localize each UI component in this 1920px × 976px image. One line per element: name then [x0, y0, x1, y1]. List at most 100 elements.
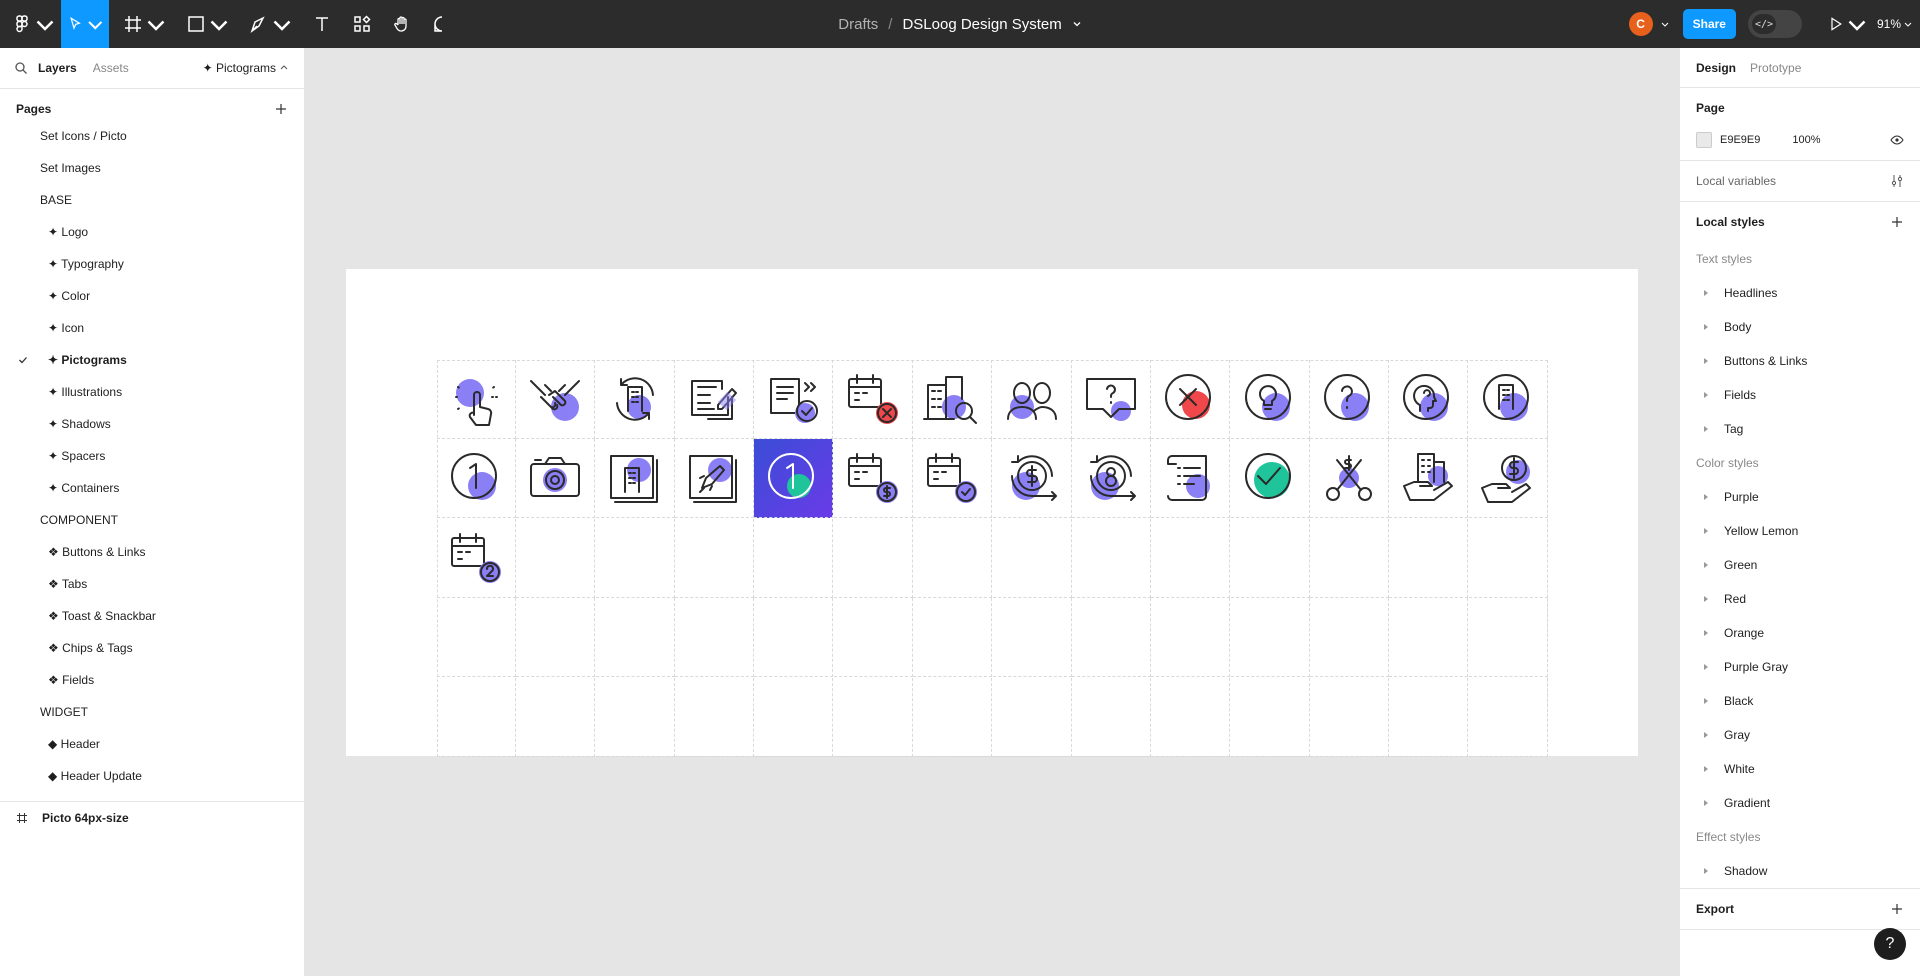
search-icon[interactable] — [14, 61, 28, 75]
disclosure-arrow-icon[interactable] — [1704, 766, 1708, 772]
style-item[interactable]: Shadow — [1696, 854, 1904, 888]
style-item[interactable]: Orange — [1696, 616, 1904, 650]
chevron-down-icon — [1661, 22, 1668, 27]
tab-prototype[interactable]: Prototype — [1750, 61, 1801, 75]
style-item[interactable]: White — [1696, 752, 1904, 786]
frame-tool-button[interactable] — [117, 0, 172, 48]
page-item[interactable]: ❖ Chips & Tags — [0, 632, 304, 664]
disclosure-arrow-icon[interactable] — [1704, 562, 1708, 568]
text-tool-button[interactable] — [306, 0, 338, 48]
page-item[interactable]: ❖ Buttons & Links — [0, 536, 304, 568]
disclosure-arrow-icon[interactable] — [1704, 698, 1708, 704]
page-color-value[interactable]: E9E9E9 — [1720, 134, 1760, 146]
breadcrumb-drafts[interactable]: Drafts — [838, 16, 878, 33]
disclosure-arrow-icon[interactable] — [1704, 358, 1708, 364]
disclosure-arrow-icon[interactable] — [1704, 528, 1708, 534]
style-item[interactable]: Buttons & Links — [1696, 344, 1904, 378]
present-button[interactable] — [1822, 0, 1873, 48]
page-item[interactable]: ✦ Shadows — [0, 408, 304, 440]
page-item[interactable]: WIDGET — [0, 696, 304, 728]
style-item[interactable]: Tag — [1696, 412, 1904, 446]
page-item[interactable]: ✦ Typography — [0, 248, 304, 280]
style-item[interactable]: Purple Gray — [1696, 650, 1904, 684]
style-item[interactable]: Headlines — [1696, 276, 1904, 310]
layer-frame-label: Picto 64px-size — [42, 811, 129, 825]
page-color-row[interactable]: E9E9E9 100% — [1696, 128, 1904, 160]
page-item[interactable]: COMPONENT — [0, 504, 304, 536]
disclosure-arrow-icon[interactable] — [1704, 596, 1708, 602]
page-item[interactable]: ❖ Fields — [0, 664, 304, 696]
rectangle-icon — [188, 16, 204, 32]
disclosure-arrow-icon[interactable] — [1704, 664, 1708, 670]
page-opacity-value[interactable]: 100% — [1792, 134, 1820, 146]
tab-assets[interactable]: Assets — [93, 61, 129, 75]
move-tool-button[interactable] — [61, 0, 109, 48]
page-item[interactable]: ❖ Tabs — [0, 568, 304, 600]
page-item[interactable]: ◆ Header — [0, 728, 304, 760]
page-item[interactable]: ✦ Spacers — [0, 440, 304, 472]
resources-button[interactable] — [346, 0, 378, 48]
add-page-icon[interactable] — [274, 102, 288, 116]
eye-icon[interactable] — [1890, 133, 1904, 147]
style-item[interactable]: Gray — [1696, 718, 1904, 752]
style-item-label: Purple — [1724, 490, 1759, 504]
layer-frame-row[interactable]: Picto 64px-size — [0, 802, 305, 834]
zoom-menu[interactable]: 91% — [1877, 17, 1912, 31]
disclosure-arrow-icon[interactable] — [1704, 392, 1708, 398]
add-export-icon[interactable] — [1890, 902, 1904, 916]
style-item[interactable]: Fields — [1696, 378, 1904, 412]
style-item[interactable]: Gradient — [1696, 786, 1904, 820]
play-icon — [1831, 17, 1842, 31]
comment-tool-button[interactable] — [426, 0, 458, 48]
disclosure-arrow-icon[interactable] — [1704, 630, 1708, 636]
page-item[interactable]: ◆ Header Update — [0, 760, 304, 792]
page-item[interactable]: Set Icons / Picto — [0, 120, 304, 152]
page-item[interactable]: ✦ Logo — [0, 216, 304, 248]
breadcrumb-separator: / — [888, 15, 893, 33]
export-header[interactable]: Export — [1696, 889, 1904, 929]
page-item[interactable]: BASE — [0, 184, 304, 216]
local-variables-row[interactable]: Local variables — [1696, 161, 1904, 201]
user-avatar-menu[interactable]: C — [1628, 12, 1669, 36]
sliders-icon[interactable] — [1890, 174, 1904, 188]
page-item[interactable]: ✦ Color — [0, 280, 304, 312]
left-sidebar: Layers Assets ✦ Pictograms Pages Set Ico… — [0, 48, 305, 976]
disclosure-arrow-icon[interactable] — [1704, 800, 1708, 806]
style-item[interactable]: Red — [1696, 582, 1904, 616]
page-color-swatch[interactable] — [1696, 132, 1712, 148]
style-item[interactable]: Body — [1696, 310, 1904, 344]
disclosure-arrow-icon[interactable] — [1704, 324, 1708, 330]
disclosure-arrow-icon[interactable] — [1704, 494, 1708, 500]
help-button[interactable]: ? — [1874, 928, 1906, 960]
disclosure-arrow-icon[interactable] — [1704, 290, 1708, 296]
share-button[interactable]: Share — [1682, 9, 1736, 39]
style-item[interactable]: Green — [1696, 548, 1904, 582]
disclosure-arrow-icon[interactable] — [1704, 732, 1708, 738]
style-item[interactable]: Purple — [1696, 480, 1904, 514]
file-name-menu[interactable]: DSLoog Design System — [902, 16, 1081, 33]
page-item[interactable]: ✦ Containers — [0, 472, 304, 504]
add-style-icon[interactable] — [1890, 215, 1904, 229]
chevron-down-icon — [1904, 22, 1912, 27]
current-page-selector[interactable]: ✦ Pictograms — [203, 61, 288, 75]
style-item[interactable]: Yellow Lemon — [1696, 514, 1904, 548]
pen-tool-button[interactable] — [243, 0, 298, 48]
disclosure-arrow-icon[interactable] — [1704, 426, 1708, 432]
disclosure-arrow-icon[interactable] — [1704, 868, 1708, 874]
page-item[interactable]: ✦ Illustrations — [0, 376, 304, 408]
page-item[interactable]: ✦ Icon — [0, 312, 304, 344]
page-item-label: ✦ Containers — [48, 481, 120, 495]
page-item[interactable]: ❖ Toast & Snackbar — [0, 600, 304, 632]
tab-design[interactable]: Design — [1696, 61, 1736, 75]
page-item-label: Set Icons / Picto — [40, 129, 127, 143]
main-menu-button[interactable] — [0, 0, 61, 48]
style-item-label: Red — [1724, 592, 1747, 606]
page-item[interactable]: ✦ Pictograms — [0, 344, 304, 376]
shape-tool-button[interactable] — [180, 0, 235, 48]
style-item[interactable]: Black — [1696, 684, 1904, 718]
page-item[interactable]: Set Images — [0, 152, 304, 184]
top-toolbar: Drafts / DSLoog Design System C Share </… — [0, 0, 1920, 48]
dev-mode-toggle[interactable]: </> — [1747, 10, 1802, 38]
tab-layers[interactable]: Layers — [38, 61, 77, 75]
hand-tool-button[interactable] — [386, 0, 418, 48]
